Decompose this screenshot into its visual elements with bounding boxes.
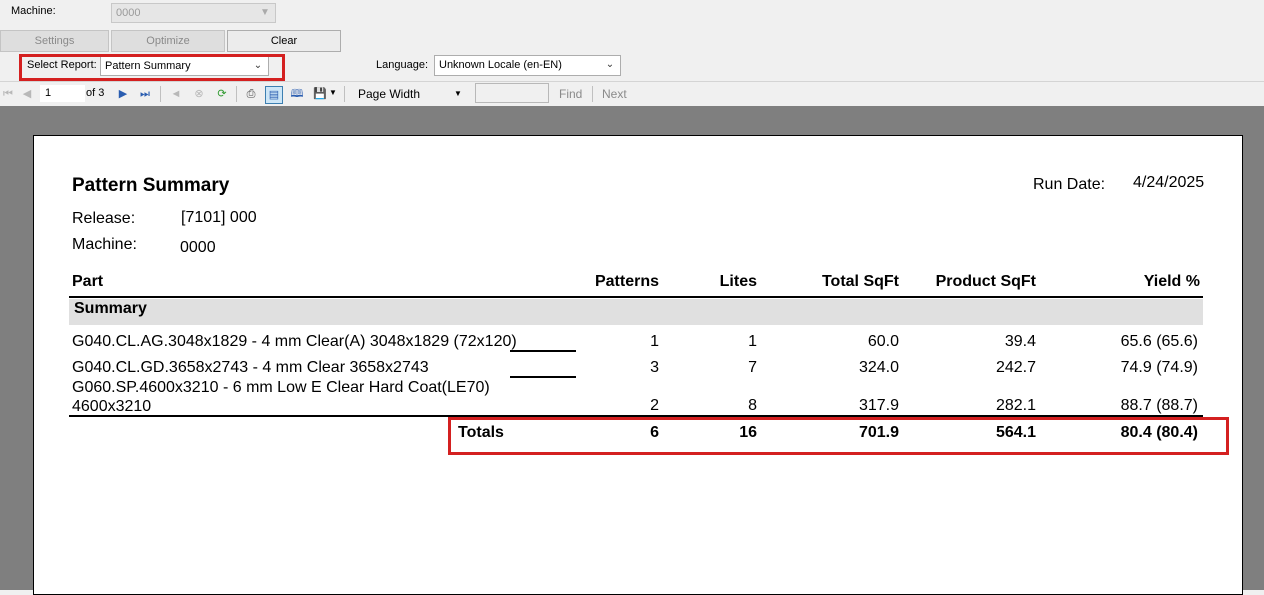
machine-select[interactable]: 0000 ▼ bbox=[111, 3, 276, 23]
row-3-patterns: 2 bbox=[650, 397, 659, 414]
row-2-lites: 7 bbox=[748, 359, 757, 376]
print-layout-icon[interactable]: ▤ bbox=[265, 86, 283, 104]
row-2-product-sqft: 242.7 bbox=[995, 359, 1036, 376]
run-date-value: 4/24/2025 bbox=[1133, 174, 1205, 191]
settings-button[interactable]: Settings bbox=[0, 30, 109, 52]
row-1-lites: 1 bbox=[748, 333, 757, 350]
machine-select-value: 0000 bbox=[116, 7, 141, 19]
col-header-yield: Yield % bbox=[1143, 273, 1200, 290]
row-1-patterns: 1 bbox=[650, 333, 659, 350]
chevron-down-icon: ▼ bbox=[260, 7, 270, 18]
row-3-product-sqft: 282.1 bbox=[995, 397, 1036, 414]
refresh-icon[interactable]: ⟳ bbox=[214, 86, 230, 102]
report-viewer-toolbar: ⏮ ◀ 1 of 3 ▶ ⏭ ◄ ⊗ ⟳ ⎙ ▤ 🕮 💾 ▼ Page Widt… bbox=[0, 81, 1264, 107]
machine-label: Machine: bbox=[11, 5, 56, 17]
row-1-part: G040.CL.AG.3048x1829 - 4 mm Clear(A) 304… bbox=[72, 333, 517, 350]
chevron-down-icon[interactable]: ▼ bbox=[454, 89, 462, 98]
row-2-part: G040.CL.GD.3658x2743 - 4 mm Clear 3658x2… bbox=[72, 359, 429, 376]
totals-highlight bbox=[448, 417, 1229, 455]
report-title: Pattern Summary bbox=[72, 175, 230, 196]
machine-label: Machine: bbox=[72, 236, 137, 253]
row-1-total-sqft: 60.0 bbox=[867, 333, 899, 350]
col-header-lites: Lites bbox=[719, 273, 757, 290]
row-3-total-sqft: 317.9 bbox=[858, 397, 899, 414]
header-rule bbox=[69, 296, 1203, 298]
release-value: [7101] 000 bbox=[181, 209, 257, 226]
print-icon[interactable]: ⎙ bbox=[243, 86, 259, 102]
col-header-product-sqft: Product SqFt bbox=[935, 273, 1036, 290]
summary-section-label: Summary bbox=[74, 300, 147, 317]
row-3-part-line1: G060.SP.4600x3210 - 6 mm Low E Clear Har… bbox=[72, 379, 490, 396]
release-label: Release: bbox=[72, 210, 136, 227]
find-input[interactable] bbox=[475, 83, 549, 103]
col-header-patterns: Patterns bbox=[594, 273, 659, 290]
zoom-select[interactable]: Page Width bbox=[358, 87, 420, 101]
find-button[interactable]: Find bbox=[559, 87, 582, 101]
row-2-patterns: 3 bbox=[650, 359, 659, 376]
chevron-down-icon: ⌄ bbox=[605, 59, 615, 70]
next-page-icon[interactable]: ▶ bbox=[115, 86, 131, 102]
report-page: Pattern Summary Run Date: 4/24/2025 Rele… bbox=[33, 135, 1243, 595]
page-count-label: of 3 bbox=[86, 87, 105, 99]
prev-page-icon[interactable]: ◀ bbox=[19, 86, 35, 102]
run-date-label: Run Date: bbox=[1033, 176, 1106, 193]
select-report-highlight bbox=[19, 54, 285, 81]
row-1-yield: 65.6 (65.6) bbox=[1120, 333, 1198, 350]
page-number-input[interactable]: 1 bbox=[40, 85, 85, 102]
clear-button[interactable]: Clear bbox=[227, 30, 341, 52]
page-setup-icon[interactable]: 🕮 bbox=[289, 86, 305, 102]
row-1-product-sqft: 39.4 bbox=[1004, 333, 1036, 350]
col-header-total-sqft: Total SqFt bbox=[821, 273, 899, 290]
row-2-yield: 74.9 (74.9) bbox=[1120, 359, 1198, 376]
language-label: Language: bbox=[376, 59, 428, 71]
back-icon[interactable]: ◄ bbox=[168, 86, 184, 102]
row-3-lites: 8 bbox=[748, 397, 757, 414]
optimize-button[interactable]: Optimize bbox=[111, 30, 225, 52]
row-3-part-line2: 4600x3210 bbox=[72, 398, 152, 415]
export-icon[interactable]: 💾 bbox=[312, 86, 328, 102]
summary-band bbox=[69, 299, 1203, 325]
export-dropdown-icon[interactable]: ▼ bbox=[329, 88, 337, 97]
row-3-yield: 88.7 (88.7) bbox=[1120, 397, 1198, 414]
row-2-total-sqft: 324.0 bbox=[858, 359, 899, 376]
machine-value: 0000 bbox=[180, 239, 216, 256]
language-dropdown[interactable]: Unknown Locale (en-EN) ⌄ bbox=[434, 55, 621, 76]
stop-icon[interactable]: ⊗ bbox=[191, 86, 207, 102]
next-button[interactable]: Next bbox=[602, 87, 627, 101]
first-page-icon[interactable]: ⏮ bbox=[0, 86, 16, 102]
language-value: Unknown Locale (en-EN) bbox=[439, 59, 562, 71]
last-page-icon[interactable]: ⏭ bbox=[137, 86, 153, 102]
col-header-part: Part bbox=[72, 273, 104, 290]
